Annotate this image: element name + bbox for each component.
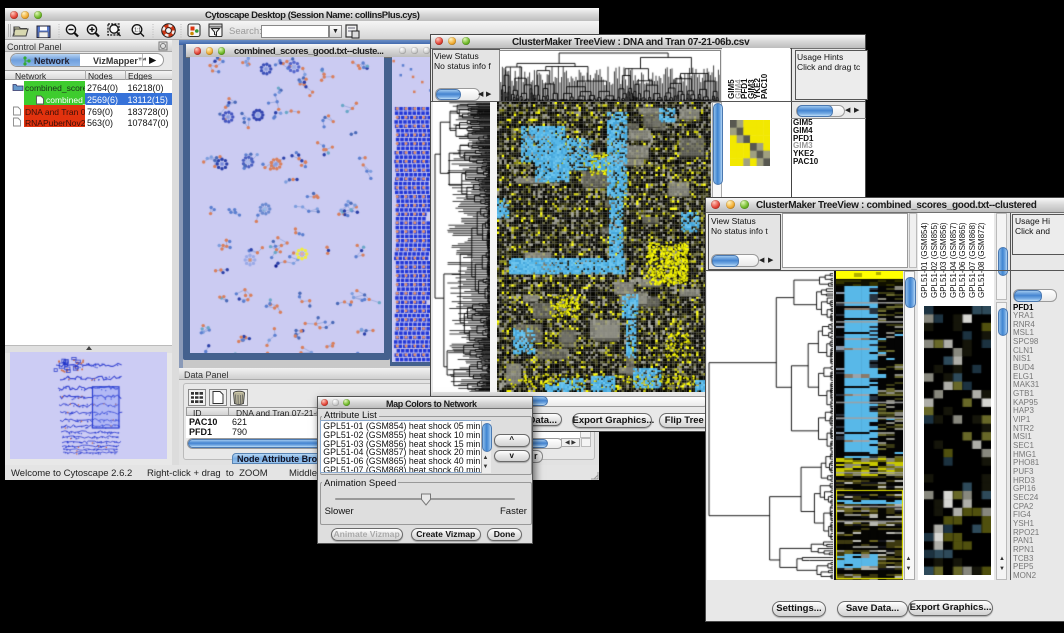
svg-text:1:1: 1:1 (134, 28, 141, 34)
